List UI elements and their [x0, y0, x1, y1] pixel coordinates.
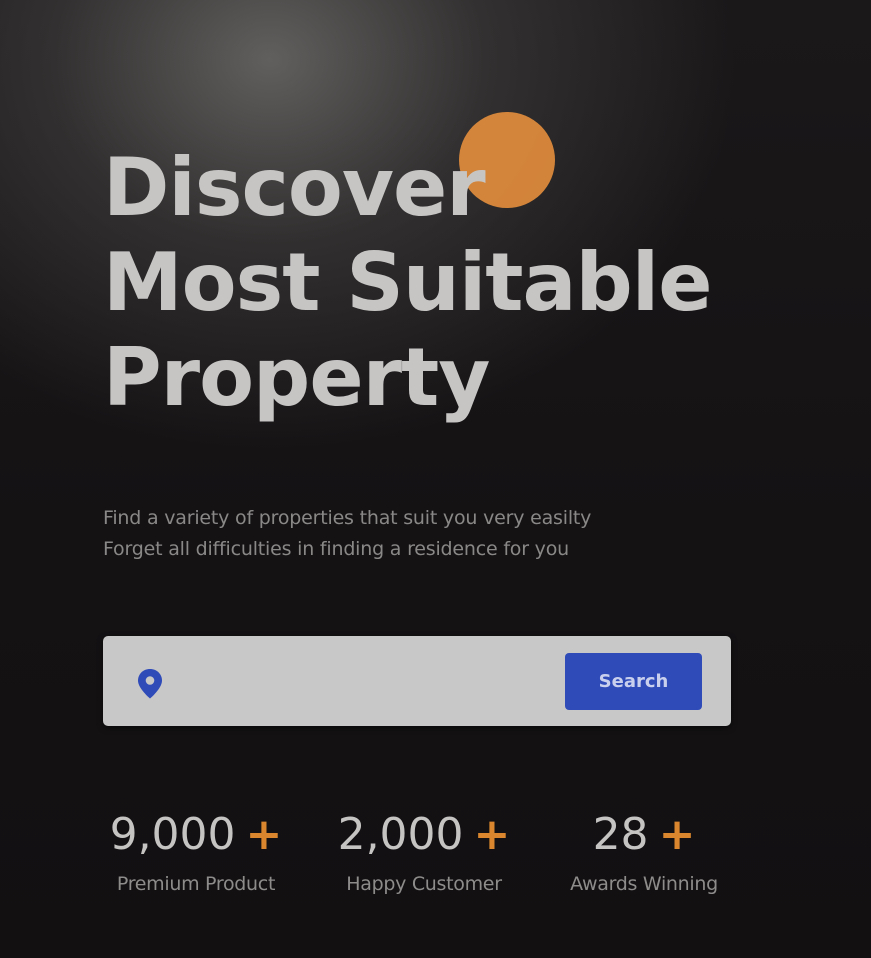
search-bar: Search	[103, 636, 731, 726]
stat-label: Happy Customer	[346, 873, 502, 895]
stat-premium-product: 9,000 + Premium Product	[100, 808, 292, 896]
hero-title-line-3: Property	[103, 331, 490, 424]
stat-value: 28	[592, 809, 649, 860]
stat-value-row: 9,000 +	[100, 808, 292, 862]
hero-title-line-1: Discover	[103, 141, 486, 234]
stat-awards-winning: 28 + Awards Winning	[554, 808, 734, 896]
stat-happy-customer: 2,000 + Happy Customer	[328, 808, 520, 896]
hero-subtitle: Find a variety of properties that suit y…	[103, 503, 591, 565]
stat-value-row: 2,000 +	[328, 808, 520, 862]
stat-value: 2,000	[337, 809, 464, 860]
hero-title-line-2: Most Suitable	[103, 236, 712, 329]
search-button[interactable]: Search	[565, 653, 702, 710]
stat-plus: +	[658, 809, 696, 860]
hero-title: Discover Most Suitable Property	[103, 140, 712, 425]
hero-subtitle-line-1: Find a variety of properties that suit y…	[103, 507, 592, 529]
location-pin-icon	[136, 668, 164, 700]
hero-subtitle-line-2: Forget all difficulties in finding a res…	[103, 538, 569, 560]
search-input[interactable]	[181, 656, 555, 708]
stat-label: Premium Product	[116, 873, 276, 895]
stat-label: Awards Winning	[570, 873, 718, 895]
stat-plus: +	[245, 809, 283, 860]
stat-value: 9,000	[109, 809, 236, 860]
stat-plus: +	[473, 809, 511, 860]
stat-value-row: 28 +	[554, 808, 734, 862]
